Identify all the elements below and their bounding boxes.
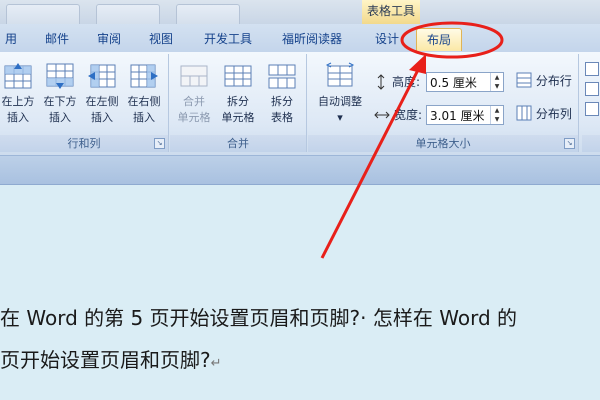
insert-above-label-2: 插入 xyxy=(7,111,29,124)
insert-above-button[interactable]: 在上方 插入 xyxy=(0,62,38,130)
insert-right-icon xyxy=(130,64,158,88)
document-text-line: 页开始设置页眉和页脚?↵ xyxy=(0,344,222,373)
height-value: 0.5 厘米 xyxy=(430,76,477,90)
ribbon: 在上方 插入 在下方 插入 在左侧 插入 在右侧 插入 行和列 ↘ 合并 单元格… xyxy=(0,52,600,156)
dialog-launcher-icon[interactable]: ↘ xyxy=(564,138,575,149)
document-text: 页开始设置页眉和页脚? xyxy=(0,348,211,372)
tab-mailings[interactable]: 邮件 xyxy=(40,28,74,50)
ruler-bar xyxy=(0,156,600,185)
ribbon-tab-row: 用 邮件 审阅 视图 开发工具 福昕阅读器 设计 布局 xyxy=(0,24,600,53)
tab-view[interactable]: 视图 xyxy=(144,28,178,50)
insert-below-label-2: 插入 xyxy=(49,111,71,124)
insert-above-icon xyxy=(4,63,32,89)
split-table-icon xyxy=(268,64,296,89)
insert-right-label-2: 插入 xyxy=(133,111,155,124)
window-tab[interactable] xyxy=(6,4,80,25)
tab-references[interactable]: 用 xyxy=(0,28,22,50)
split-cells-icon xyxy=(224,65,252,87)
paragraph-mark: ↵ xyxy=(210,356,222,371)
group-alignment-partial xyxy=(582,54,600,152)
split-table-button[interactable]: 拆分 表格 xyxy=(262,62,302,130)
merge-cells-label-2: 单元格 xyxy=(177,111,211,124)
distribute-columns-button[interactable]: 分布列 xyxy=(516,103,572,125)
tab-layout[interactable]: 布局 xyxy=(416,28,462,51)
merge-cells-button[interactable]: 合并 单元格 xyxy=(174,62,214,130)
insert-right-label: 在右侧 xyxy=(127,95,161,108)
distribute-rows-button[interactable]: 分布行 xyxy=(516,70,572,92)
tab-review[interactable]: 审阅 xyxy=(92,28,126,50)
distribute-rows-label: 分布行 xyxy=(535,74,572,88)
width-spinner[interactable]: 3.01 厘米 ▲ ▼ xyxy=(426,105,504,125)
title-bar: 表格工具 xyxy=(0,0,600,25)
table-tools-context-title: 表格工具 xyxy=(362,0,420,24)
spinner-arrows-icon[interactable]: ▲ ▼ xyxy=(490,73,503,91)
distribute-columns-label: 分布列 xyxy=(535,107,572,121)
align-icon[interactable] xyxy=(585,102,599,116)
height-label: 高度: xyxy=(392,75,421,89)
row-height-icon xyxy=(377,74,385,90)
align-icon[interactable] xyxy=(585,62,599,76)
insert-right-button[interactable]: 在右侧 插入 xyxy=(124,62,164,130)
distribute-columns-icon xyxy=(516,105,532,121)
dialog-launcher-icon[interactable]: ↘ xyxy=(154,138,165,149)
height-spinner[interactable]: 0.5 厘米 ▲ ▼ xyxy=(426,72,504,92)
group-cell-size: 自动调整 ▾ 高度: 0.5 厘米 ▲ ▼ 宽度: 3.01 厘米 ▲ ▼ 分布行 xyxy=(308,54,579,152)
insert-left-button[interactable]: 在左侧 插入 xyxy=(82,62,122,130)
autofit-label: 自动调整 xyxy=(318,95,362,108)
split-cells-label-2: 单元格 xyxy=(221,111,255,124)
insert-below-button[interactable]: 在下方 插入 xyxy=(40,62,80,130)
distribute-rows-icon xyxy=(516,72,532,88)
align-icon[interactable] xyxy=(585,82,599,96)
group-label-cell-size: 单元格大小 xyxy=(308,135,578,152)
insert-above-label: 在上方 xyxy=(1,95,35,108)
merge-cells-icon xyxy=(180,65,208,87)
group-rows-columns: 在上方 插入 在下方 插入 在左侧 插入 在右侧 插入 行和列 ↘ xyxy=(0,54,169,152)
width-label: 宽度: xyxy=(394,108,423,122)
dropdown-arrow-icon: ▾ xyxy=(337,111,343,124)
group-merge: 合并 单元格 拆分 单元格 拆分 表格 合并 xyxy=(170,54,307,152)
window-tab[interactable] xyxy=(176,4,240,25)
insert-below-icon xyxy=(46,63,74,89)
autofit-icon xyxy=(325,62,355,87)
split-cells-button[interactable]: 拆分 单元格 xyxy=(218,62,258,130)
merge-cells-label: 合并 xyxy=(183,95,205,108)
tab-design[interactable]: 设计 xyxy=(370,28,404,50)
tab-foxit-reader[interactable]: 福昕阅读器 xyxy=(276,28,348,50)
autofit-button[interactable]: 自动调整 ▾ xyxy=(312,62,368,130)
group-label-partial xyxy=(582,135,600,152)
split-cells-label: 拆分 xyxy=(227,95,249,108)
group-label-merge: 合并 xyxy=(170,135,306,152)
insert-below-label: 在下方 xyxy=(43,95,77,108)
window-tab[interactable] xyxy=(96,4,160,25)
spinner-arrows-icon[interactable]: ▲ ▼ xyxy=(490,106,503,124)
column-width-icon xyxy=(374,111,390,119)
tab-developer[interactable]: 开发工具 xyxy=(198,28,258,50)
insert-left-label: 在左侧 xyxy=(85,95,119,108)
split-table-label-2: 表格 xyxy=(271,111,293,124)
insert-left-label-2: 插入 xyxy=(91,111,113,124)
document-text-line: 在 Word 的第 5 页开始设置页眉和页脚?· 怎样在 Word 的 xyxy=(0,306,518,330)
split-table-label: 拆分 xyxy=(271,95,293,108)
width-value: 3.01 厘米 xyxy=(430,109,485,123)
insert-left-icon xyxy=(88,64,116,88)
group-label-rows-columns: 行和列 xyxy=(0,135,168,152)
